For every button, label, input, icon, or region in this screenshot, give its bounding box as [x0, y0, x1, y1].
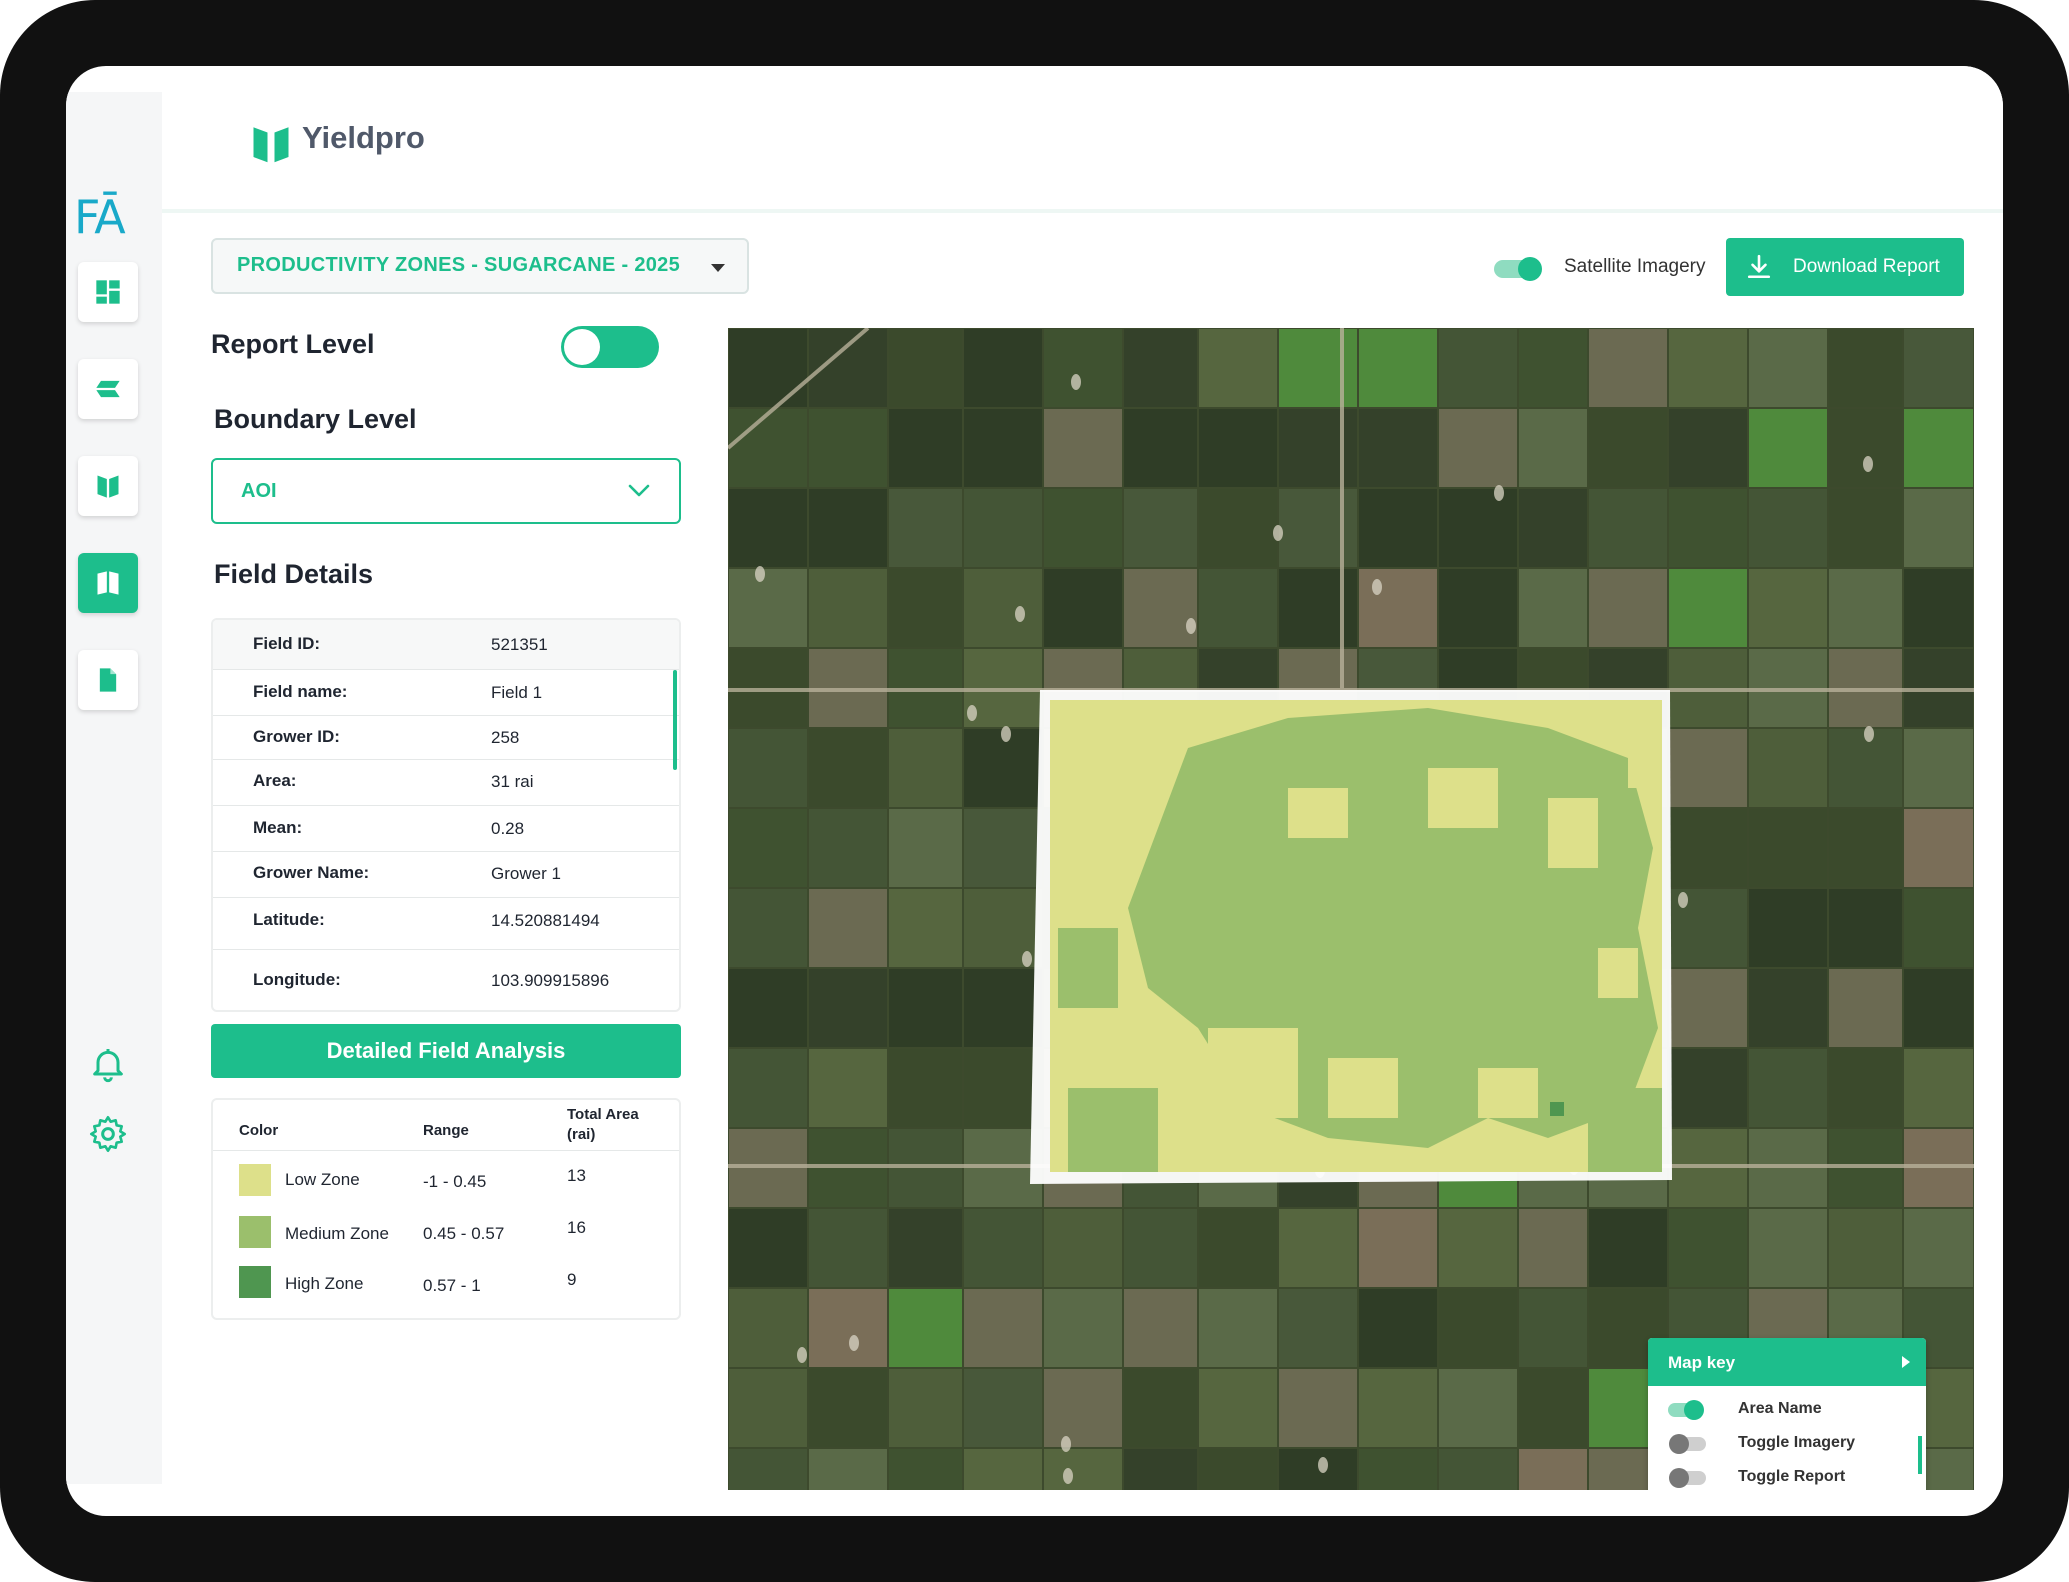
detail-value: 0.28	[491, 819, 525, 838]
map-key-toggle-imagery[interactable]: Toggle Imagery	[1668, 1430, 1908, 1458]
app-logo: FĀ	[74, 190, 126, 244]
legend-area: 13	[567, 1166, 586, 1185]
settings-button[interactable]	[84, 1110, 132, 1158]
brand-name: Yieldpro	[302, 120, 425, 155]
legend-header-area-unit: (rai)	[567, 1126, 596, 1143]
gear-icon	[90, 1116, 126, 1152]
detail-key: Area:	[253, 771, 297, 790]
satellite-imagery-label: Satellite Imagery	[1564, 256, 1706, 277]
fields-button[interactable]	[78, 456, 138, 516]
detail-value: 103.909915896	[491, 971, 610, 990]
satellite-map[interactable]: Map key Area Name Toggle Imagery Toggle …	[728, 328, 1974, 1490]
satellite-imagery-toggle[interactable]	[1494, 256, 1546, 282]
legend-zone: Low Zone	[285, 1170, 360, 1189]
field-details-label: Field Details	[214, 559, 374, 589]
legend-range: 0.57 - 1	[423, 1276, 481, 1295]
device-frame: FĀ Yieldpro PRODUCTIVITY ZONES - SUGARCA…	[0, 0, 2069, 1582]
field-zone-overlay	[1030, 690, 1672, 1184]
map-key-header[interactable]: Map key	[1648, 1338, 1926, 1386]
legend-header-color: Color	[239, 1122, 279, 1139]
map-key-area-name[interactable]: Area Name	[1668, 1396, 1908, 1424]
detail-row: Grower ID: 258	[213, 716, 679, 760]
map-key-toggle-report[interactable]: Toggle Report	[1668, 1464, 1908, 1490]
high-zone-swatch	[239, 1266, 271, 1298]
layers-button[interactable]	[78, 359, 138, 419]
medium-zone-swatch	[239, 1216, 271, 1248]
report-select-value: PRODUCTIVITY ZONES - SUGARCANE - 2025	[237, 254, 681, 276]
legend-range: -1 - 0.45	[423, 1172, 487, 1191]
book-icon	[97, 475, 119, 498]
area-name-toggle[interactable]	[1668, 1398, 1708, 1422]
boundary-level-value: AOI	[241, 480, 277, 502]
detail-key: Latitude:	[253, 910, 325, 929]
layers-icon	[96, 380, 120, 398]
detail-row: Field ID: 521351	[213, 620, 679, 670]
report-level-label: Report Level	[211, 329, 375, 359]
download-icon	[1747, 254, 1771, 279]
reports-button[interactable]	[78, 553, 138, 613]
detail-row: Area: 31 rai	[213, 760, 679, 806]
zone-legend-table: Color Range Total Area (rai) Low Zone -1…	[211, 1098, 681, 1320]
boundary-level-label: Boundary Level	[214, 404, 417, 434]
report-level-toggle[interactable]	[561, 326, 659, 368]
detail-key: Longitude:	[253, 970, 341, 989]
detail-key: Grower ID:	[253, 727, 340, 746]
documents-button[interactable]	[78, 650, 138, 710]
detail-value: 31 rai	[491, 772, 534, 791]
map-key-label: Area Name	[1738, 1400, 1822, 1417]
detail-key: Field name:	[253, 682, 348, 701]
detailed-field-analysis-button[interactable]: Detailed Field Analysis	[211, 1024, 681, 1078]
legend-divider	[213, 1150, 679, 1151]
map-key-label: Toggle Report	[1738, 1468, 1846, 1485]
low-zone-swatch	[239, 1164, 271, 1196]
detail-row: Field name: Field 1	[213, 670, 679, 716]
toggle-report-switch[interactable]	[1668, 1466, 1708, 1490]
legend-zone: Medium Zone	[285, 1224, 389, 1243]
report-icon	[97, 571, 119, 595]
detail-key: Grower Name:	[253, 863, 370, 882]
app-screen: FĀ Yieldpro PRODUCTIVITY ZONES - SUGARCA…	[66, 66, 2003, 1516]
legend-header-range: Range	[423, 1122, 469, 1139]
detail-row: Latitude: 14.520881494	[213, 898, 679, 950]
detail-value: Field 1	[491, 683, 543, 702]
detail-value: 14.520881494	[491, 911, 600, 930]
dashboard-button[interactable]	[78, 262, 138, 322]
toggle-imagery-switch[interactable]	[1668, 1432, 1708, 1456]
yieldpro-logo-icon	[253, 127, 289, 163]
dashboard-icon	[96, 280, 120, 304]
caret-right-icon	[1902, 1356, 1910, 1368]
boundary-level-select[interactable]: AOI	[211, 458, 681, 524]
detail-value: Grower 1	[491, 864, 561, 883]
document-icon	[99, 668, 117, 692]
legend-zone: High Zone	[285, 1274, 364, 1293]
bell-icon	[93, 1049, 123, 1083]
detail-value: 258	[491, 728, 520, 747]
top-header: Yieldpro	[162, 66, 2003, 213]
detail-row: Mean: 0.28	[213, 806, 679, 852]
detail-row: Longitude: 103.909915896	[213, 950, 679, 1010]
legend-header-area: Total Area	[567, 1106, 639, 1123]
legend-range: 0.45 - 0.57	[423, 1224, 505, 1243]
legend-area: 16	[567, 1218, 586, 1237]
detail-key: Mean:	[253, 818, 303, 837]
map-key-title: Map key	[1668, 1353, 1736, 1372]
map-key-panel: Map key Area Name Toggle Imagery Toggle …	[1648, 1338, 1926, 1490]
report-select[interactable]: PRODUCTIVITY ZONES - SUGARCANE - 2025	[211, 238, 749, 294]
chevron-down-icon	[628, 484, 650, 497]
map-key-label: Toggle Imagery	[1738, 1434, 1856, 1451]
high-zone-cell	[1550, 1102, 1564, 1116]
detail-value: 521351	[491, 635, 548, 654]
details-scrollbar[interactable]	[673, 670, 677, 770]
legend-area: 9	[567, 1270, 577, 1289]
detail-row: Grower Name: Grower 1	[213, 852, 679, 898]
map-key-scrollbar[interactable]	[1918, 1436, 1922, 1474]
notifications-button[interactable]	[84, 1040, 132, 1088]
detail-key: Field ID:	[253, 634, 321, 653]
field-details-table: Field ID: 521351 Field name: Field 1 Gro…	[211, 618, 681, 1012]
sidebar: FĀ	[66, 92, 162, 1484]
download-report-button[interactable]: Download Report	[1726, 238, 1964, 296]
caret-down-icon	[711, 264, 725, 272]
download-report-label: Download Report	[1793, 256, 1940, 277]
